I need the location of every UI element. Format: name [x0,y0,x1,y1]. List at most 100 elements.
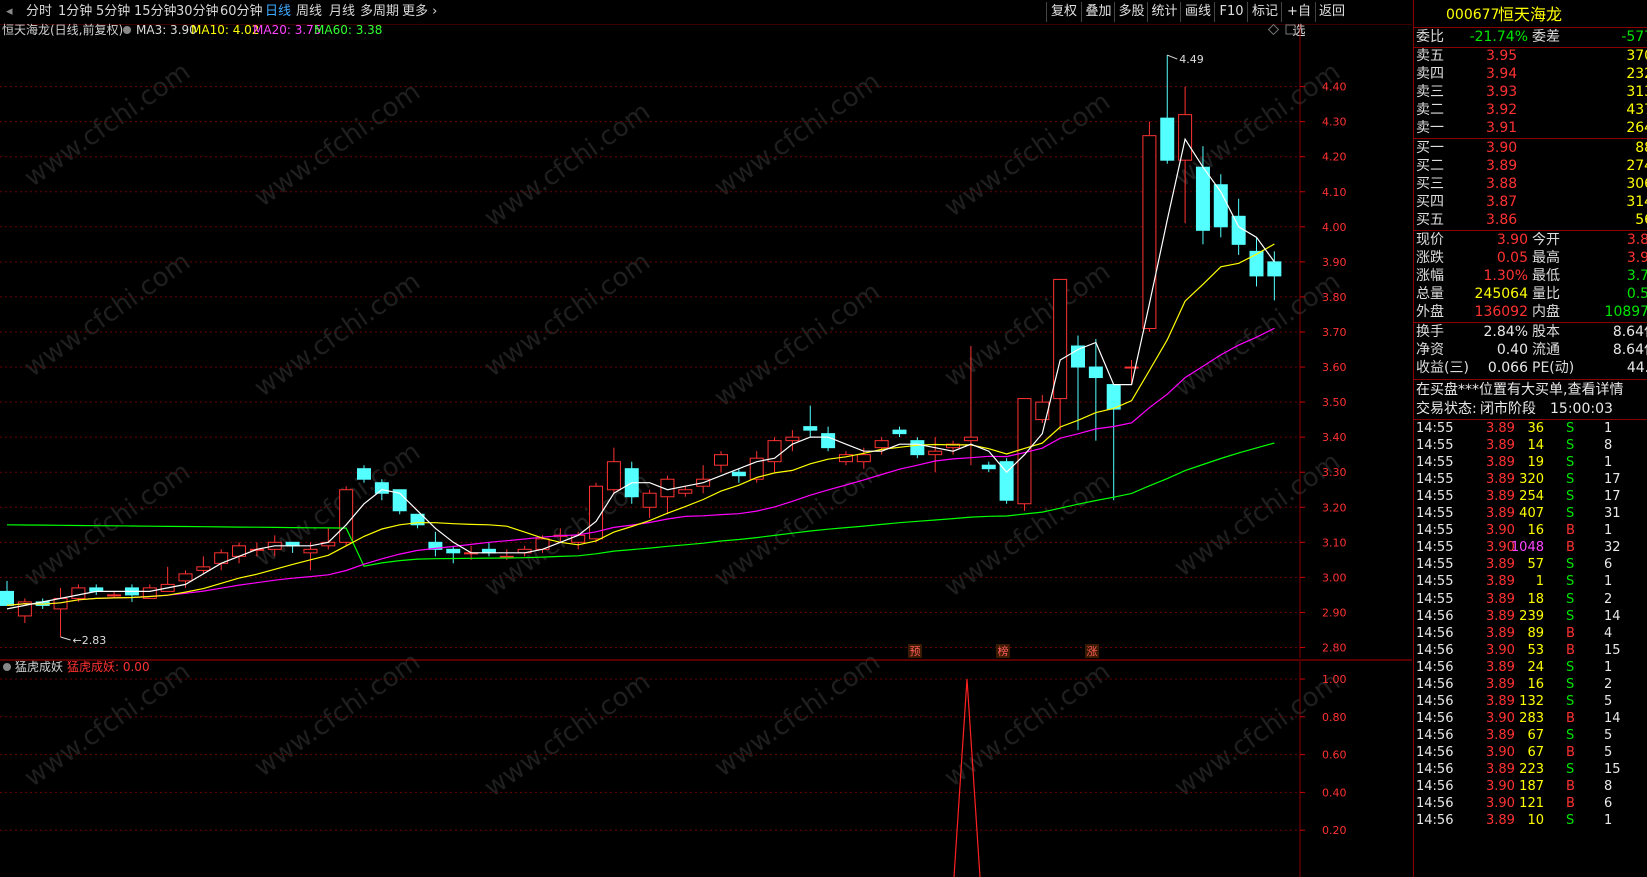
tick-side: B [1566,779,1575,795]
tick-volume: 283 [1519,710,1544,726]
tick-count: 31 [1604,506,1621,522]
tick-volume: 18 [1527,591,1544,607]
level-label: 买二 [1416,158,1444,174]
tick-time: 14:56 [1416,796,1454,812]
tick-row: 14:55 3.89 18 S 2 [1414,591,1647,608]
stat-value: 136092 [1474,304,1528,320]
level-price: 3.92 [1486,102,1518,118]
level-label: 卖四 [1416,66,1444,82]
level-vol: 2322 [1626,66,1647,82]
settings-dot-icon[interactable] [3,663,11,671]
fund-label: 股本 [1532,324,1560,340]
candle [910,437,925,459]
tick-volume: 67 [1527,744,1544,760]
tick-time: 14:55 [1416,455,1454,471]
ma10-line [6,243,1275,606]
trade-status-row: 交易状态: 闭市阶段 15:00:03 [1414,400,1647,419]
level-label: 买五 [1416,212,1444,228]
tick-count: 8 [1604,438,1613,454]
notice-row[interactable]: 在买盘***位置有大买单,查看详情 [1414,381,1647,400]
weicha-label: 委差 [1532,29,1560,45]
level-price: 3.90 [1486,140,1518,156]
tick-row: 14:56 3.89 89 B 4 [1414,625,1647,642]
level-vol: 2645 [1626,120,1647,136]
tick-time: 14:56 [1416,642,1454,658]
level-label: 卖三 [1416,84,1444,100]
status-time: 15:00:03 [1550,401,1613,417]
tick-count: 17 [1604,472,1621,488]
high-marker-arrow [1167,54,1178,60]
candle [446,545,461,564]
tick-price: 3.89 [1486,489,1515,505]
notice-text: 在买盘***位置有大买单,查看详情 [1416,382,1624,398]
event-marker[interactable]: 榜 [996,644,1010,658]
fund-value: 8.64亿 [1612,342,1647,358]
fund-value: 8.64亿 [1612,324,1647,340]
event-marker[interactable]: 预 [908,644,922,658]
kline-chart[interactable]: 恒天海龙(日线,前复权) MA3: 3.90MA10: 4.02MA20: 3.7… [0,0,1412,877]
tick-price: 3.89 [1486,727,1515,743]
ma60-line [6,442,1275,567]
stock-name: 恒天海龙 [1498,5,1563,24]
tick-time: 14:56 [1416,659,1454,675]
tick-price: 3.89 [1486,676,1515,692]
stat-label: 量比 [1532,286,1560,302]
level-label: 卖一 [1416,120,1444,136]
candle [660,475,675,515]
candle [642,489,657,518]
tick-price: 3.89 [1486,659,1515,675]
ask-row: 卖二 3.92 4370 [1414,101,1647,119]
ask-row: 卖三 3.93 3135 [1414,83,1647,101]
candle [232,542,247,564]
price-tick: 4.10 [1322,186,1347,199]
level-price: 3.89 [1486,158,1518,174]
candle [1249,237,1264,287]
chart-header: 恒天海龙(日线,前复权) MA3: 3.90MA10: 4.02MA20: 3.7… [2,22,1296,37]
tick-volume: 407 [1519,506,1544,522]
indicator-name: 猛虎成妖 [15,660,63,674]
tick-row: 14:56 3.90 283 B 14 [1414,710,1647,727]
tick-side: B [1566,642,1575,658]
chart-area[interactable]: www.cfchi.com www.cfchi.com www.cfchi.com w… [0,0,1412,877]
fund-value: 0.066 [1487,360,1528,376]
candle [410,513,425,529]
stat-value: 108972 [1604,304,1647,320]
event-marker[interactable]: 涨 [1085,644,1099,658]
price-tick: 3.10 [1322,536,1347,549]
tick-row: 14:56 3.90 121 B 6 [1414,795,1647,812]
tick-row: 14:56 3.90 53 B 15 [1414,642,1647,659]
tick-price: 3.89 [1486,472,1515,488]
tick-side: S [1566,574,1575,590]
tick-time: 14:56 [1416,762,1454,777]
price-tick: 3.00 [1322,571,1347,584]
tick-count: 4 [1604,625,1613,641]
window-icon[interactable] [1285,24,1296,35]
stat-value: 3.85 [1626,232,1647,248]
tick-count: 1 [1604,813,1613,829]
tick-row: 14:56 3.89 239 S 14 [1414,608,1647,625]
tick-volume: 16 [1527,676,1544,692]
indicator-tick: 0.60 [1322,749,1347,762]
ma-label-0: MA3: 3.90 [136,23,197,37]
stat-label: 最高 [1532,250,1560,266]
tick-side: B [1566,796,1575,812]
stat-row: 总量 245064量比 0.55 [1414,285,1647,303]
tick-count: 8 [1604,779,1613,795]
tick-volume: 121 [1519,796,1544,812]
indicator-pane: 猛虎成妖 猛虎成妖: 0.00 1.00 0.80 0.60 0.40 0.20 [0,660,1347,877]
tick-price: 3.90 [1486,710,1515,726]
diamond-icon[interactable] [1267,23,1280,36]
fund-label: PE(动) [1532,360,1575,376]
candle [214,549,229,571]
stock-code: 000677 [1446,7,1500,23]
tick-row: 14:56 3.89 67 S 5 [1414,727,1647,744]
candle [1160,55,1175,164]
level-price: 3.94 [1486,66,1518,82]
tick-side: S [1566,727,1575,743]
candle [0,580,14,606]
level-price: 3.86 [1486,212,1518,228]
tick-price: 3.89 [1486,574,1515,590]
tick-time: 14:55 [1416,472,1454,488]
settings-dot-icon[interactable] [123,26,131,34]
ask-row: 卖一 3.91 2645 [1414,119,1647,137]
